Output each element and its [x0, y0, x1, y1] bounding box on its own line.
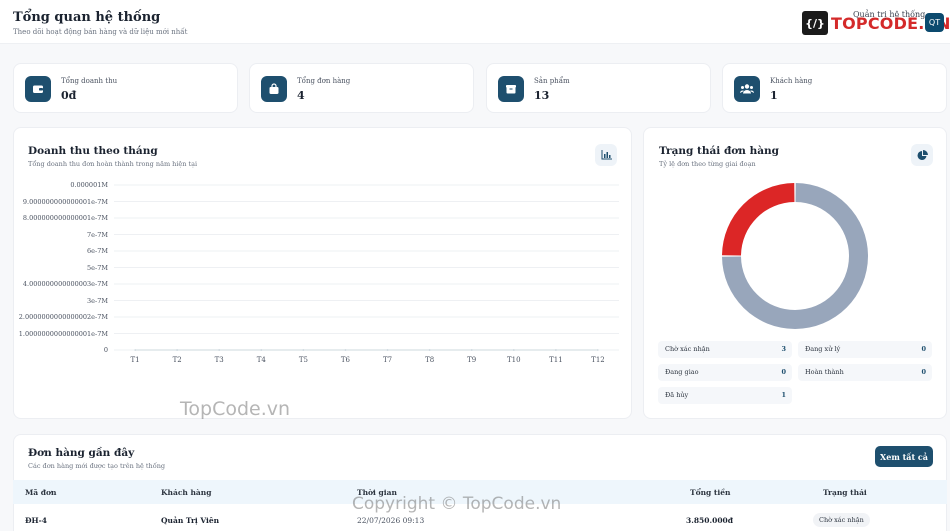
- recent-orders-title: Đơn hàng gần đây: [28, 447, 135, 459]
- admin-label: Quản trị hệ thống: [853, 10, 926, 19]
- revenue-point[interactable]: [386, 349, 389, 351]
- x-tick-label: T6: [340, 356, 351, 364]
- stat-card-orders: Tổng đơn hàng 4: [249, 63, 474, 113]
- x-tick-label: T11: [549, 356, 563, 364]
- stat-card-products: Sản phẩm 13: [486, 63, 711, 113]
- revenue-point[interactable]: [302, 349, 305, 351]
- order-time: 22/07/2026 09:13: [357, 516, 425, 525]
- x-tick-label: T5: [298, 356, 308, 364]
- legend-count: 0: [921, 345, 926, 353]
- stat-label: Tổng đơn hàng: [297, 77, 351, 85]
- legend-label: Chờ xác nhận: [665, 345, 710, 353]
- x-tick-label: T10: [506, 356, 521, 364]
- order-customer: Quản Trị Viên: [161, 516, 220, 525]
- order-id[interactable]: ĐH-4: [25, 516, 47, 525]
- box-icon: [498, 76, 524, 102]
- avatar[interactable]: QT: [925, 13, 944, 32]
- order-total: 3.850.000đ: [686, 516, 733, 525]
- page-subtitle: Theo dõi hoạt động bán hàng và dữ liệu m…: [13, 28, 188, 36]
- column-header[interactable]: Mã đơn: [25, 488, 56, 497]
- x-tick-label: T9: [467, 356, 477, 364]
- legend-item: Hoàn thành 0: [798, 364, 932, 381]
- column-header[interactable]: Thời gian: [357, 488, 397, 497]
- x-tick-label: T12: [591, 356, 605, 364]
- revenue-point[interactable]: [176, 349, 178, 351]
- revenue-point[interactable]: [597, 349, 599, 351]
- shopping-bag-icon: [261, 76, 287, 102]
- legend-count: 3: [781, 345, 786, 353]
- stat-value: 0đ: [61, 89, 77, 102]
- brand-mark-icon: {/}: [802, 11, 828, 35]
- column-header[interactable]: Tổng tiền: [690, 488, 730, 497]
- stat-value: 4: [297, 89, 305, 102]
- revenue-point[interactable]: [512, 349, 515, 351]
- stat-value: 13: [534, 89, 550, 102]
- status-badge: Chờ xác nhận: [813, 513, 870, 527]
- revenue-point[interactable]: [344, 349, 347, 351]
- revenue-point[interactable]: [218, 349, 221, 351]
- revenue-point[interactable]: [470, 349, 473, 351]
- revenue-point[interactable]: [260, 349, 263, 351]
- stat-card-customers: Khách hàng 1: [722, 63, 947, 113]
- x-tick-label: T3: [214, 356, 224, 364]
- x-tick-label: T8: [425, 356, 435, 364]
- x-tick-label: T7: [382, 356, 393, 364]
- revenue-point[interactable]: [428, 349, 431, 351]
- stat-value: 1: [770, 89, 778, 102]
- legend-label: Đã hủy: [665, 391, 689, 399]
- legend-count: 0: [781, 368, 786, 376]
- x-tick-label: T1: [130, 356, 140, 364]
- x-tick-label: T4: [256, 356, 266, 364]
- legend-item: Đã hủy 1: [658, 387, 792, 404]
- legend-item: Đang xử lý 0: [798, 341, 932, 358]
- stat-label: Sản phẩm: [534, 77, 570, 85]
- users-icon: [734, 76, 760, 102]
- revenue-line-chart: [114, 184, 619, 351]
- order-status-panel: Trạng thái đơn hàng Tỷ lệ đơn theo từng …: [643, 127, 947, 419]
- legend-item: Chờ xác nhận 3: [658, 341, 792, 358]
- page-title: Tổng quan hệ thống: [13, 10, 161, 25]
- view-all-button[interactable]: Xem tất cả: [875, 446, 933, 467]
- x-tick-label: T2: [172, 356, 182, 364]
- stat-label: Tổng doanh thu: [61, 77, 118, 85]
- legend-count: 1: [781, 391, 786, 399]
- legend-item: Đang giao 0: [658, 364, 792, 381]
- revenue-point[interactable]: [134, 349, 136, 351]
- table-header: Mã đơn Khách hàng Thời gian Tổng tiền Tr…: [13, 480, 947, 504]
- donut-slice[interactable]: [722, 183, 795, 256]
- legend-label: Hoàn thành: [805, 368, 844, 376]
- revenue-panel: Doanh thu theo tháng Tổng doanh thu đơn …: [13, 127, 632, 419]
- legend-label: Đang giao: [665, 368, 699, 376]
- top-bar: Tổng quan hệ thống Theo dõi hoạt động bá…: [0, 0, 950, 44]
- stat-card-revenue: Tổng doanh thu 0đ: [13, 63, 238, 113]
- legend-label: Đang xử lý: [805, 345, 841, 353]
- revenue-point[interactable]: [555, 349, 557, 351]
- stat-label: Khách hàng: [770, 77, 813, 85]
- column-header[interactable]: Trạng thái: [823, 488, 867, 497]
- legend-count: 0: [921, 368, 926, 376]
- column-header[interactable]: Khách hàng: [161, 488, 211, 497]
- wallet-icon: [25, 76, 51, 102]
- recent-orders-subtitle: Các đơn hàng mới được tạo trên hệ thống: [28, 462, 166, 470]
